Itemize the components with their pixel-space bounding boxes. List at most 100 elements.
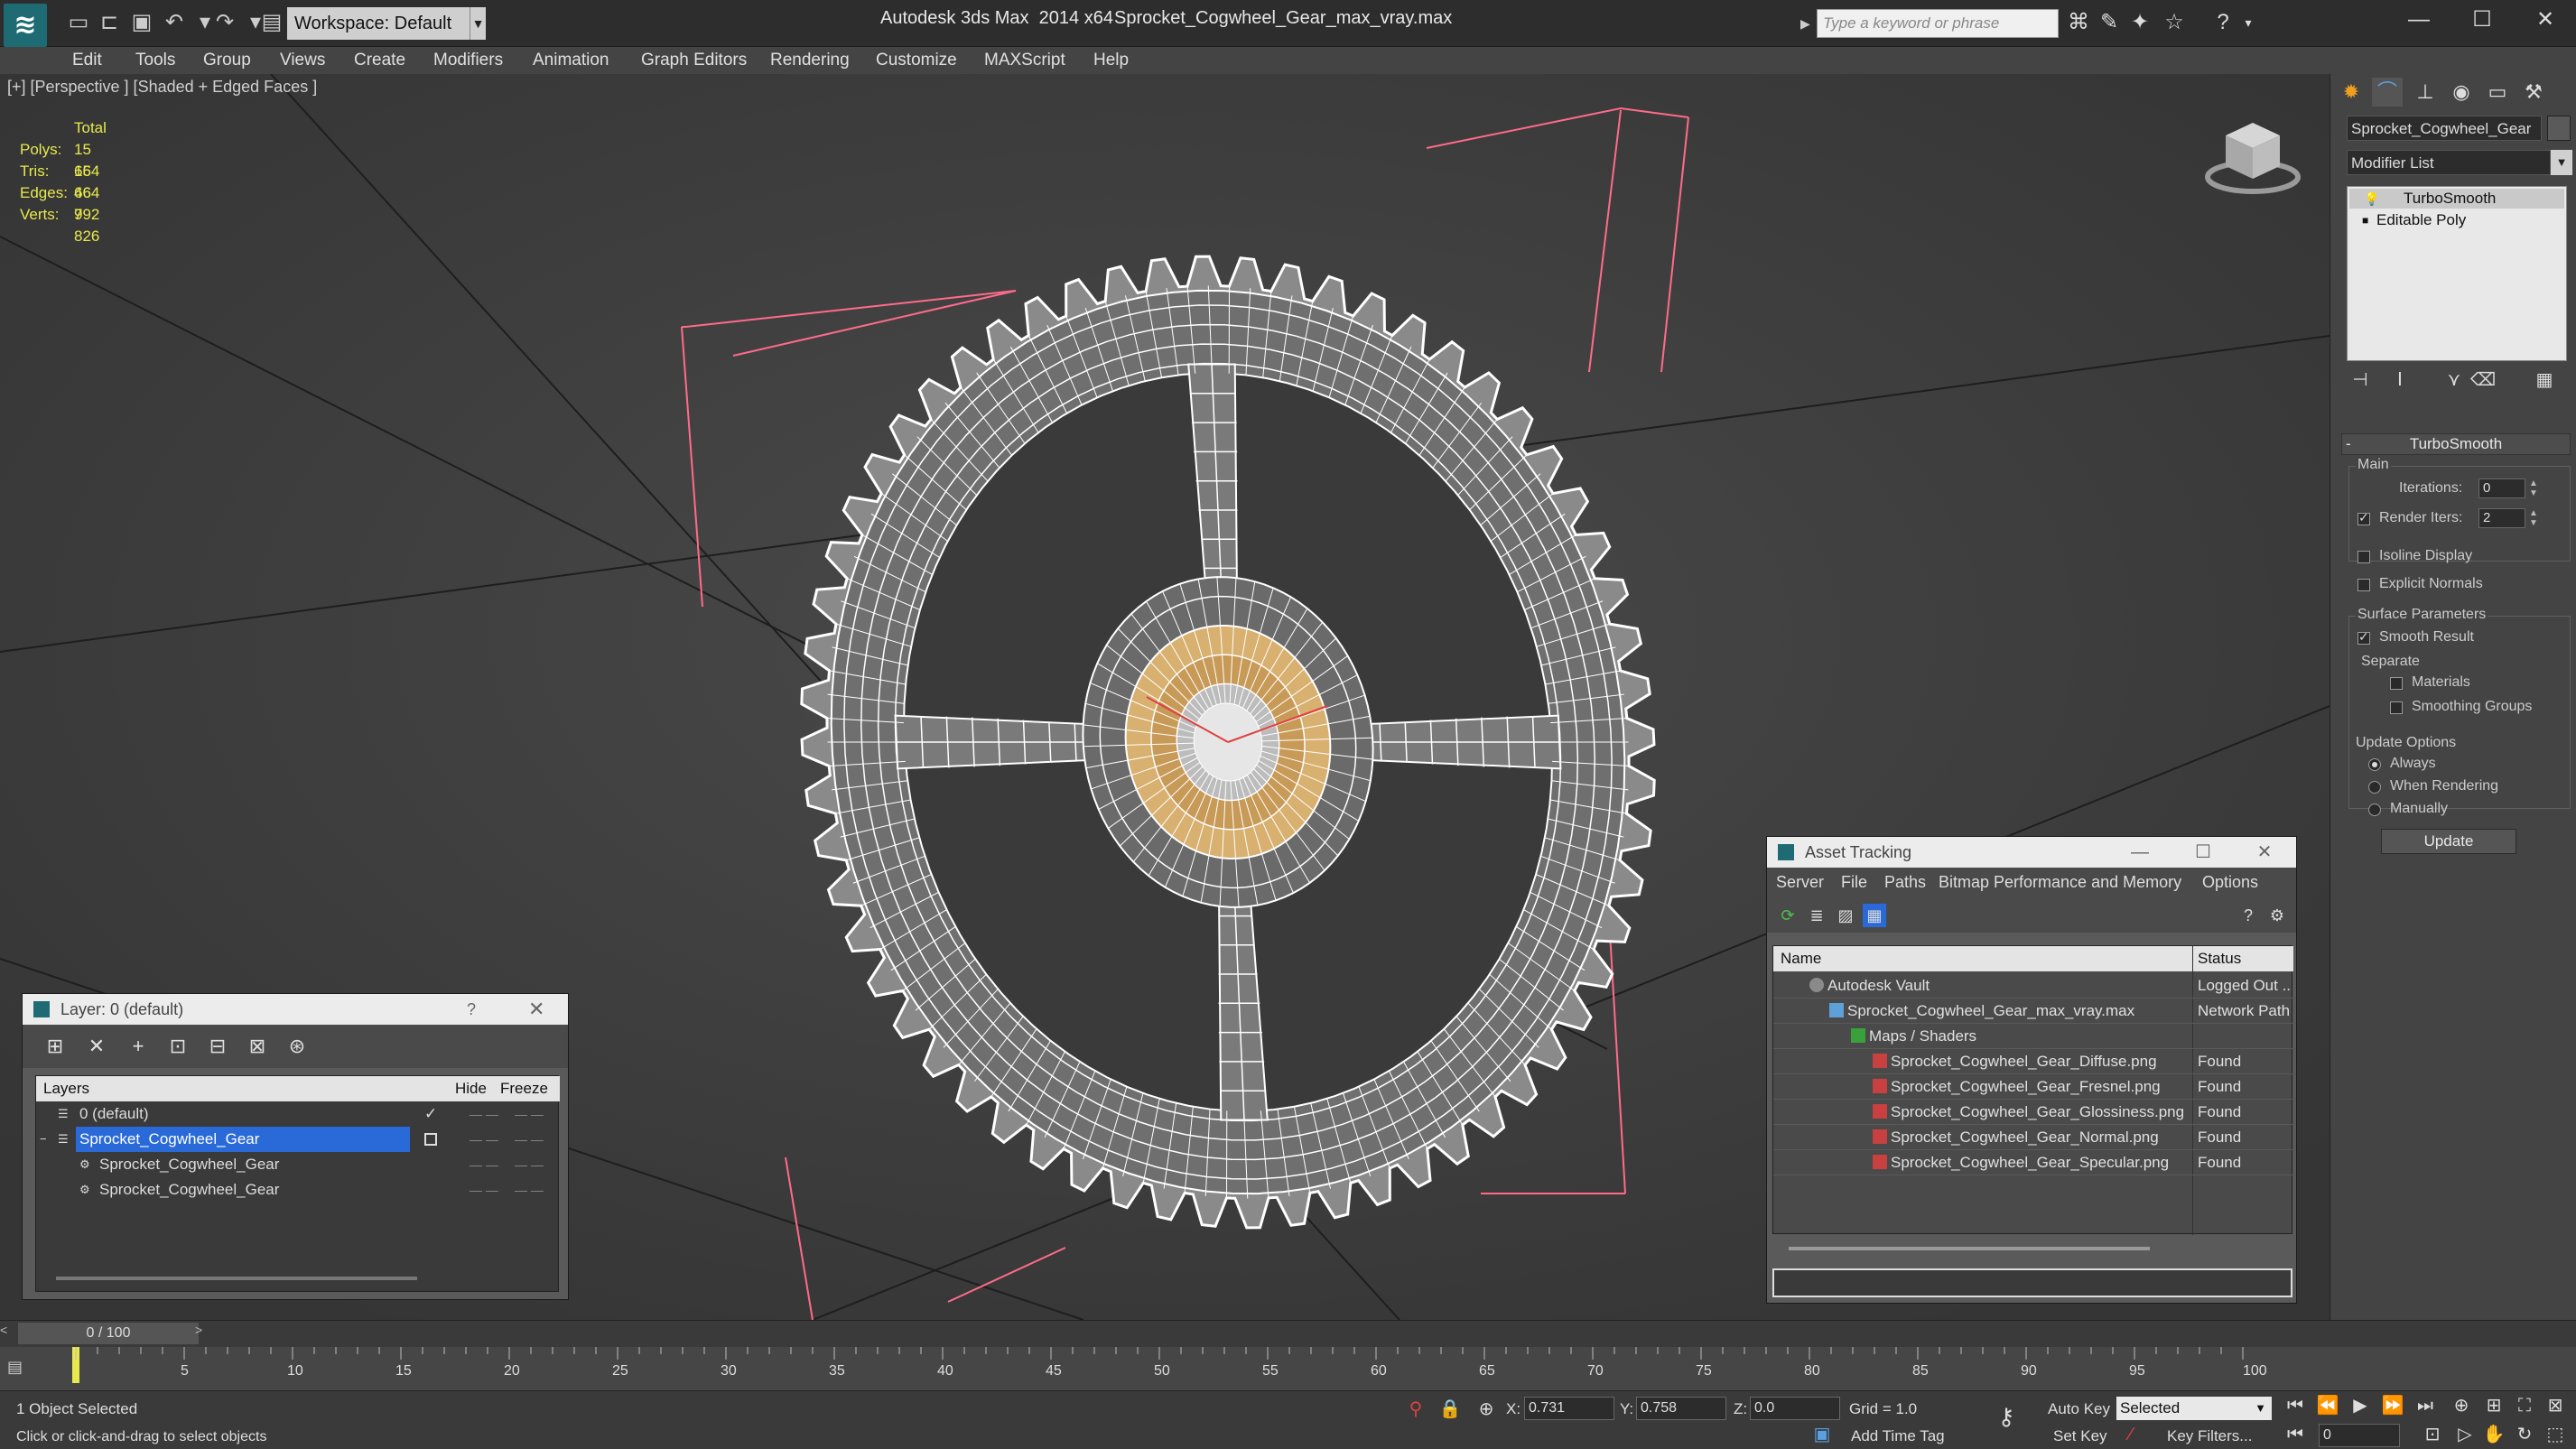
binoculars-icon[interactable]: ⌘ <box>2064 7 2093 38</box>
next-frame-button-icon[interactable]: ⏩ <box>2380 1393 2405 1418</box>
zoom-icon[interactable]: ⊕ <box>2449 1393 2474 1418</box>
freeze-toggle[interactable]: — — <box>515 1127 544 1152</box>
minimize-icon[interactable]: — <box>2387 0 2450 40</box>
asset-path-input[interactable] <box>1772 1268 2292 1297</box>
auto-key-button[interactable]: Auto Key <box>2048 1400 2110 1418</box>
close-icon[interactable]: ✕ <box>2514 0 2576 40</box>
object-color-swatch[interactable] <box>2547 116 2571 141</box>
prev-frame-icon[interactable]: < <box>0 1323 7 1337</box>
layer-name[interactable]: Sprocket_Cogwheel_Gear <box>76 1127 410 1152</box>
favorites-star-icon[interactable]: ☆ <box>2160 7 2189 38</box>
modify-tab-icon[interactable]: ⌒ <box>2372 78 2403 107</box>
display-tab-icon[interactable]: ▭ <box>2482 78 2513 107</box>
orbit-icon[interactable]: ↻ <box>2512 1422 2537 1447</box>
freeze-all-layers-icon[interactable]: ⊛ <box>283 1032 312 1061</box>
layer-row[interactable]: − ☰ Sprocket_Cogwheel_Gear — — — — <box>36 1127 560 1152</box>
table-view-icon[interactable]: ▦ <box>1863 904 1886 927</box>
layer-object-name[interactable]: Sprocket_Cogwheel_Gear <box>96 1152 279 1177</box>
menu-tools[interactable]: Tools <box>135 51 175 70</box>
z-coordinate-field[interactable]: 0.0 <box>1750 1397 1840 1420</box>
zoom-extents-icon[interactable]: ⛶ <box>2512 1393 2537 1418</box>
layer-row[interactable]: ⚙ Sprocket_Cogwheel_Gear — — — — <box>36 1152 560 1177</box>
menu-rendering[interactable]: Rendering <box>770 51 850 70</box>
utilities-tab-icon[interactable]: ⚒ <box>2518 78 2549 107</box>
open-file-icon[interactable]: ⊏ <box>94 7 125 38</box>
asset-maximize-icon[interactable]: ☐ <box>2181 837 2226 868</box>
show-end-result-icon[interactable]: Ⅰ <box>2386 367 2413 394</box>
asset-row[interactable]: Maps / Shaders <box>1773 1024 2293 1049</box>
modifier-list-arrow-icon[interactable]: ▼ <box>2551 150 2572 175</box>
hide-toggle[interactable]: — — <box>470 1127 498 1152</box>
create-layer-icon[interactable]: ⊞ <box>41 1032 70 1061</box>
y-coordinate-field[interactable]: 0.758 <box>1636 1397 1726 1420</box>
layer-window-title[interactable]: Layer: 0 (default) <box>23 994 568 1025</box>
field-of-view-icon[interactable]: ▷ <box>2452 1422 2478 1447</box>
asset-menu-server[interactable]: Server <box>1776 873 1824 892</box>
asset-row[interactable]: Sprocket_Cogwheel_Gear_Specular.png Foun… <box>1773 1150 2293 1175</box>
viewport-label[interactable]: [+] [Perspective ] [Shaded + Edged Faces… <box>7 78 317 97</box>
update-button[interactable]: Update <box>2381 829 2516 854</box>
asset-row[interactable]: Sprocket_Cogwheel_Gear_Fresnel.png Found <box>1773 1074 2293 1100</box>
render-iters-spinner[interactable]: 2 <box>2478 508 2525 528</box>
motion-tab-icon[interactable]: ◉ <box>2446 78 2477 107</box>
go-to-end-icon[interactable]: ⏭ <box>2413 1393 2438 1418</box>
pin-stack-icon[interactable]: ⊣ <box>2347 367 2374 394</box>
hide-all-layers-icon[interactable]: ⊠ <box>243 1032 272 1061</box>
asset-settings-icon[interactable]: ⚙ <box>2265 904 2289 927</box>
absolute-mode-icon[interactable]: ⊕ <box>1474 1397 1499 1422</box>
previous-frame-icon[interactable]: ⏪ <box>2315 1393 2340 1418</box>
asset-row[interactable]: Sprocket_Cogwheel_Gear_Normal.png Found <box>1773 1125 2293 1150</box>
menu-views[interactable]: Views <box>280 51 325 70</box>
menu-edit[interactable]: Edit <box>72 51 102 70</box>
project-folder-icon[interactable]: ▤ <box>256 7 287 38</box>
asset-menu-paths[interactable]: Paths <box>1884 873 1926 892</box>
new-file-icon[interactable]: ▭ <box>63 7 94 38</box>
smoothing-groups-checkbox[interactable] <box>2390 701 2403 714</box>
asset-minimize-icon[interactable]: — <box>2117 837 2162 868</box>
menu-help[interactable]: Help <box>1093 51 1129 70</box>
refresh-icon[interactable]: ⟳ <box>1776 904 1799 927</box>
iterations-spinner[interactable]: 0 <box>2478 478 2525 498</box>
menu-group[interactable]: Group <box>203 51 251 70</box>
undo-icon[interactable]: ↶ <box>159 7 190 38</box>
menu-modifiers[interactable]: Modifiers <box>433 51 503 70</box>
asset-horizontal-scrollbar[interactable] <box>1789 1247 2150 1250</box>
layer-object-name[interactable]: Sprocket_Cogwheel_Gear <box>96 1177 279 1203</box>
save-file-icon[interactable]: ▣ <box>126 7 157 38</box>
asset-help-icon[interactable]: ? <box>2237 904 2260 927</box>
modifier-list-dropdown[interactable]: Modifier List <box>2347 150 2551 175</box>
object-name-field[interactable]: Sprocket_Cogwheel_Gear <box>2347 116 2542 141</box>
create-tab-icon[interactable]: ✹ <box>2336 78 2367 107</box>
smooth-result-checkbox[interactable] <box>2357 629 2370 645</box>
always-radio[interactable] <box>2368 758 2381 771</box>
asset-row[interactable]: Autodesk Vault Logged Out ... <box>1773 973 2293 999</box>
highlight-layer-icon[interactable]: ⊟ <box>203 1032 232 1061</box>
add-to-layer-icon[interactable]: + <box>124 1032 153 1061</box>
viewcube-icon[interactable] <box>2203 116 2302 197</box>
menu-animation[interactable]: Animation <box>533 51 609 70</box>
name-column-header[interactable]: Name <box>1781 946 1821 971</box>
expand-icon[interactable]: − <box>40 1127 47 1152</box>
freeze-toggle[interactable]: — — <box>515 1101 544 1127</box>
freeze-column-header[interactable]: Freeze <box>500 1076 548 1101</box>
remove-modifier-icon[interactable]: ⌫ <box>2469 367 2497 394</box>
pan-view-icon[interactable]: ✋ <box>2481 1422 2506 1447</box>
asset-menu-file[interactable]: File <box>1841 873 1867 892</box>
layer-name[interactable]: 0 (default) <box>76 1101 149 1127</box>
time-tag-icon[interactable]: ▣ <box>1809 1422 1835 1447</box>
selection-lock-icon[interactable]: 🔒 <box>1437 1397 1463 1422</box>
go-to-start-icon[interactable]: ⏮ <box>2283 1393 2308 1418</box>
layer-horizontal-scrollbar[interactable] <box>56 1277 417 1280</box>
menu-create[interactable]: Create <box>354 51 405 70</box>
search-input[interactable]: Type a keyword or phrase <box>1817 9 2059 38</box>
make-unique-icon[interactable]: ⋎ <box>2441 367 2468 394</box>
menu-customize[interactable]: Customize <box>876 51 957 70</box>
manually-radio[interactable] <box>2368 803 2381 816</box>
layer-help-button[interactable]: ? <box>467 994 476 1025</box>
maximize-icon[interactable]: ☐ <box>2450 0 2514 40</box>
thumbnail-view-icon[interactable]: ▨ <box>1834 904 1857 927</box>
stack-item-turbosmooth[interactable]: 💡 TurboSmooth <box>2349 189 2564 209</box>
asset-row[interactable]: Sprocket_Cogwheel_Gear_Glossiness.png Fo… <box>1773 1100 2293 1125</box>
configure-modifier-sets-icon[interactable]: ▦ <box>2531 367 2558 394</box>
timeline-ruler[interactable]: ▤ 5 10 15 20 25 30 35 40 45 50 55 60 65 … <box>0 1347 2576 1390</box>
